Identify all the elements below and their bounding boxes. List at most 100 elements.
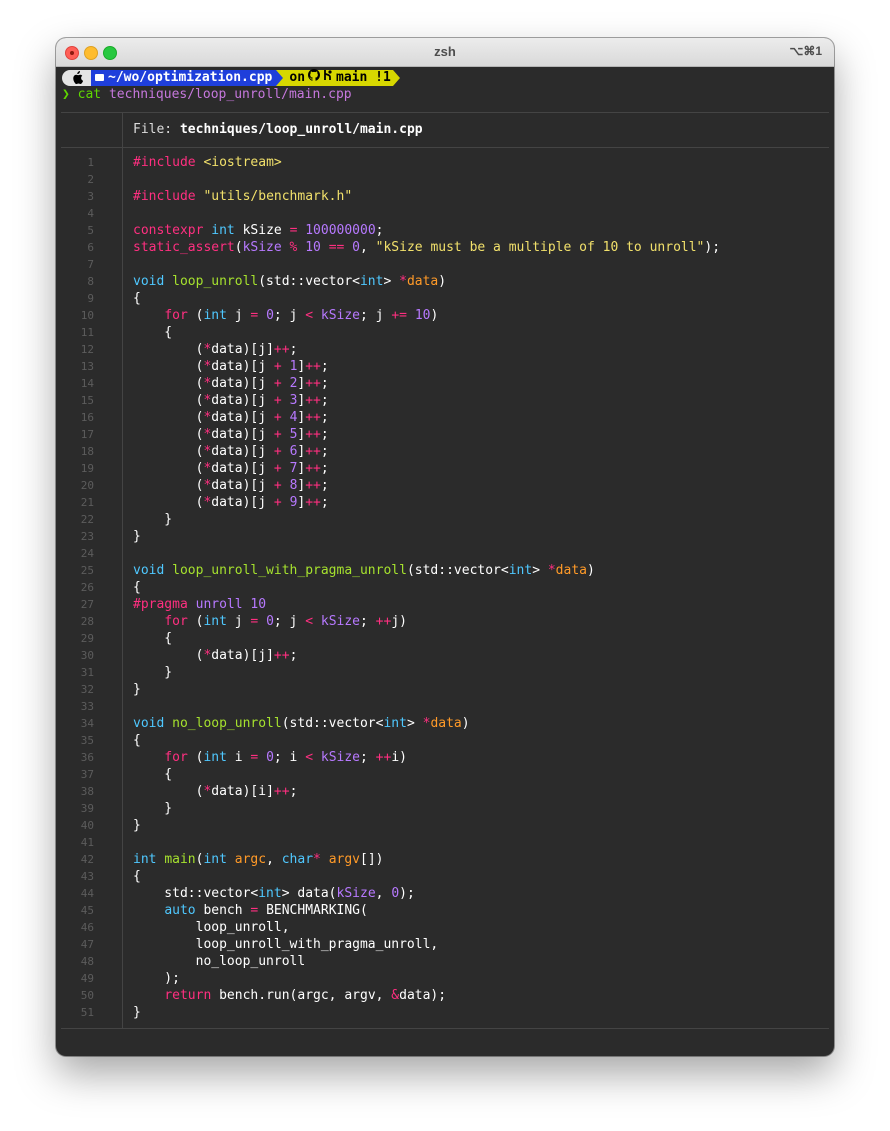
segment-separator-end <box>392 69 400 86</box>
code-token: kSize <box>320 308 361 323</box>
line-number: 27 <box>80 598 94 611</box>
window-title: zsh <box>434 44 456 59</box>
code-token: data)[j <box>211 461 274 476</box>
line-source: loop_unroll, <box>133 919 290 936</box>
code-token: ( <box>133 648 204 663</box>
code-token: ) <box>438 274 447 289</box>
line-source: { <box>133 868 141 885</box>
code-token: 10 <box>305 240 321 255</box>
code-line: 50 return bench.run(argc, argv, &data); <box>61 987 829 1004</box>
code-token: { <box>133 325 173 340</box>
code-line: 45 auto bench = BENCHMARKING( <box>61 902 829 919</box>
code-line: 11 { <box>61 324 829 341</box>
code-token: char <box>281 852 314 867</box>
code-token: "utils/benchmark.h" <box>203 189 353 204</box>
code-token: ; <box>320 444 329 459</box>
line-number: 17 <box>80 428 94 441</box>
line-number: 14 <box>80 377 94 390</box>
code-token: ) <box>430 308 439 323</box>
code-token: + <box>273 427 282 442</box>
code-token: < <box>305 750 314 765</box>
directory-prefix: ~/wo/ <box>108 69 148 85</box>
line-number: 40 <box>80 819 94 832</box>
line-source: { <box>133 630 172 647</box>
code-line: 9{ <box>61 290 829 307</box>
line-number: 9 <box>87 292 94 305</box>
code-token: loop_unroll <box>172 274 259 289</box>
code-line: 30 (*data)[j]++; <box>61 647 829 664</box>
code-lines: 1 #include <iostream> 2 3 #include "utils/be… <box>61 154 829 1021</box>
code-token: ( <box>133 461 204 476</box>
code-line: 40} <box>61 817 829 834</box>
code-token: > data( <box>281 886 337 901</box>
command-line[interactable]: ❯ cat techniques/loop_unroll/main.cpp <box>62 87 352 103</box>
line-source: for (int i = 0; i < kSize; ++i) <box>133 749 407 766</box>
line-number: 7 <box>87 258 94 271</box>
code-token: == <box>328 240 345 255</box>
line-source: (*data)[j + 8]++; <box>133 477 329 494</box>
code-token: 0 <box>352 240 360 255</box>
file-header-text: File: techniques/loop_unroll/main.cpp <box>133 122 423 137</box>
code-line: 51} <box>61 1004 829 1021</box>
code-token: < <box>305 308 314 323</box>
line-number: 30 <box>80 649 94 662</box>
line-number: 43 <box>80 870 94 883</box>
code-token: ++ <box>305 461 321 476</box>
prompt-caret: ❯ <box>62 87 70 102</box>
code-token: } <box>133 665 173 680</box>
code-token: "kSize must be a multiple of 10 to unrol… <box>375 240 705 255</box>
code-token: ; <box>320 410 329 425</box>
line-source: static_assert(kSize % 10 == 0, "kSize mu… <box>133 239 720 256</box>
code-line: 7 <box>61 256 829 273</box>
code-token: ) <box>586 563 595 578</box>
code-token: j) <box>391 614 407 629</box>
line-number: 28 <box>80 615 94 628</box>
line-source: return bench.run(argc, argv, &data); <box>133 987 446 1004</box>
code-token: + <box>273 444 282 459</box>
line-number: 36 <box>80 751 94 764</box>
code-token: int <box>508 563 533 578</box>
line-source: (*data)[j + 2]++; <box>133 375 329 392</box>
line-number: 49 <box>80 972 94 985</box>
line-source: (*data)[j + 3]++; <box>133 392 329 409</box>
code-token: } <box>133 1005 141 1020</box>
code-line: 47 loop_unroll_with_pragma_unroll, <box>61 936 829 953</box>
line-number: 39 <box>80 802 94 815</box>
code-token: ; <box>320 461 329 476</box>
code-token: * <box>313 852 321 867</box>
code-token: auto <box>164 903 196 918</box>
code-token: * <box>547 563 556 578</box>
code-token: i <box>226 750 251 765</box>
line-source: void loop_unroll_with_pragma_unroll(std:… <box>133 562 595 579</box>
code-line: 26 { <box>61 579 829 596</box>
line-source: (*data)[j]++; <box>133 341 298 358</box>
code-token: void <box>133 274 165 289</box>
code-token: } <box>133 529 141 544</box>
code-line: 49 ); <box>61 970 829 987</box>
line-source: #pragma unroll 10 <box>133 596 266 613</box>
segment-separator <box>276 69 284 86</box>
code-token: i) <box>391 750 407 765</box>
code-line: 14 (*data)[j + 2]++; <box>61 375 829 392</box>
line-source: void no_loop_unroll(std::vector<int> *da… <box>133 715 470 732</box>
code-token: for <box>164 614 188 629</box>
window-shortcut: ⌥⌘1 <box>789 44 822 58</box>
code-token: ( <box>133 444 204 459</box>
code-token: ; j <box>273 614 306 629</box>
code-token: 100000000 <box>305 223 376 238</box>
code-token: int <box>203 308 227 323</box>
code-token: > <box>383 274 400 289</box>
line-source: void loop_unroll(std::vector<int> *data) <box>133 273 446 290</box>
